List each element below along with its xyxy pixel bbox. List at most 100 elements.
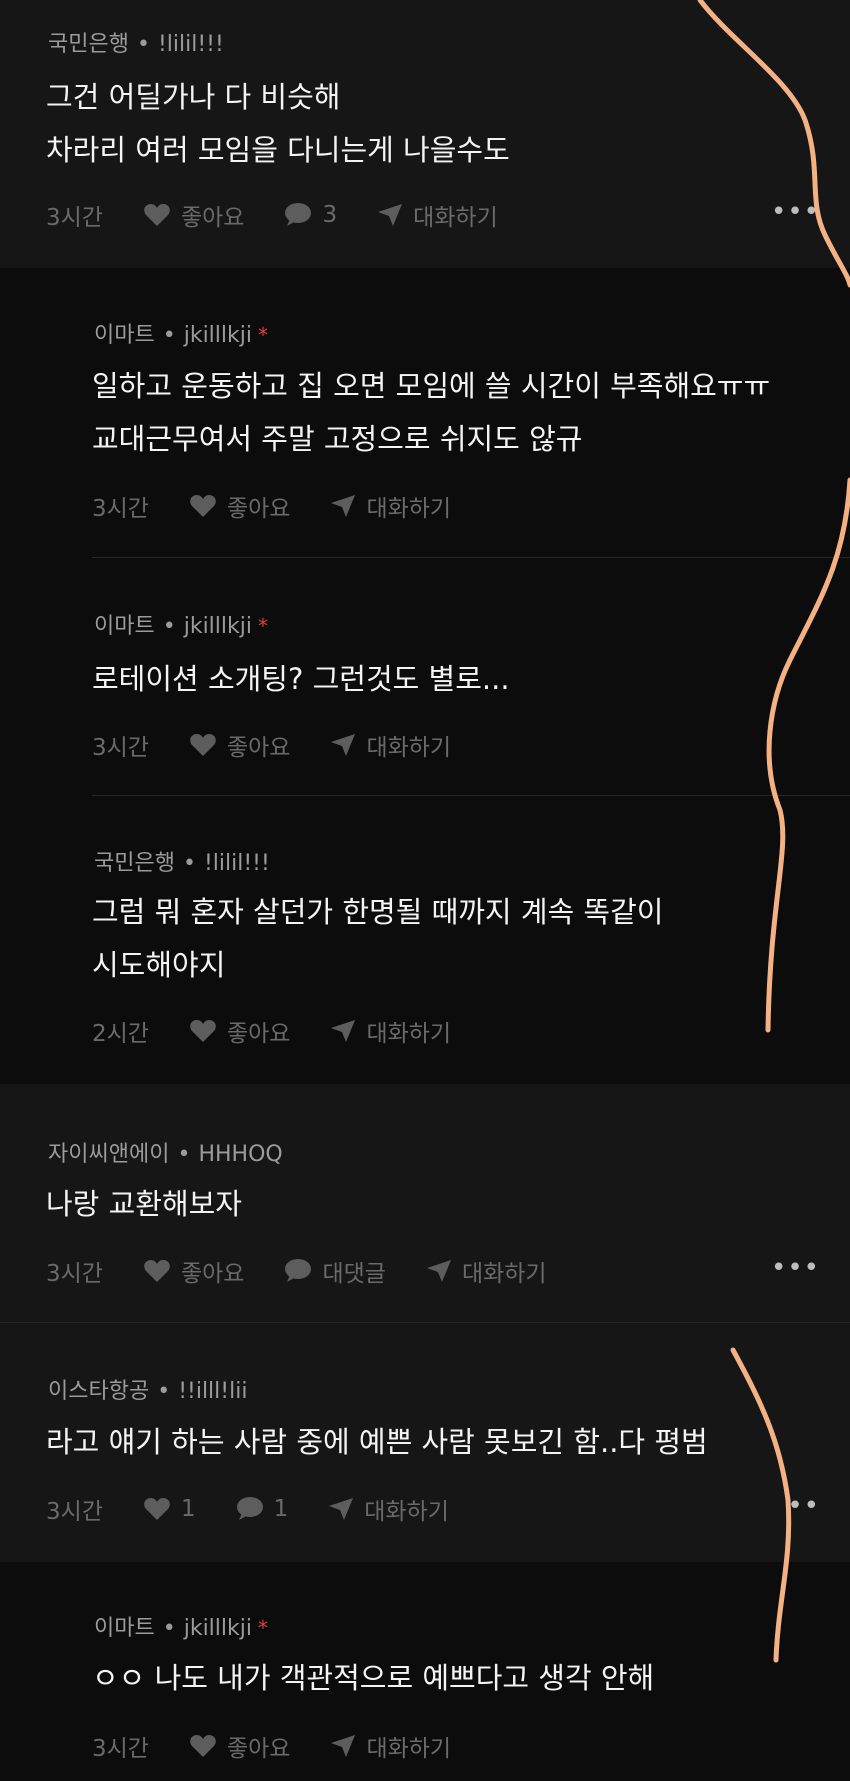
like-label: 좋아요 bbox=[226, 735, 291, 761]
comment-actions: 3시간 좋아요 대댓글 대화하기 bbox=[46, 1254, 587, 1288]
speech-bubble-icon bbox=[285, 203, 312, 226]
more-icon[interactable]: •• bbox=[787, 1491, 820, 1521]
more-icon[interactable]: ••• bbox=[771, 1253, 820, 1283]
chat-label: 대화하기 bbox=[364, 1499, 449, 1525]
username: jkilllkji bbox=[183, 614, 252, 639]
comment-author[interactable]: 이마트 • jkilllkji * bbox=[94, 1610, 268, 1642]
reply-button[interactable]: 3 bbox=[284, 202, 337, 228]
comment-text: 일하고 운동하고 집 오면 모임에 쓸 시간이 부족해요ㅠㅠ 교대근무여서 주말… bbox=[92, 369, 771, 456]
like-label: 좋아요 bbox=[226, 1736, 291, 1762]
like-label: 좋아요 bbox=[180, 1261, 245, 1287]
like-button[interactable]: 좋아요 bbox=[143, 1254, 244, 1288]
like-button[interactable]: 좋아요 bbox=[189, 1014, 290, 1048]
chat-button[interactable]: 대화하기 bbox=[426, 1254, 547, 1288]
chat-label: 대화하기 bbox=[366, 496, 452, 522]
company-name: 이마트 bbox=[94, 1616, 155, 1641]
chat-button[interactable]: 대화하기 bbox=[330, 489, 451, 523]
send-icon bbox=[331, 1020, 356, 1042]
username: jkilllkji bbox=[183, 323, 252, 348]
author-marker: * bbox=[258, 323, 268, 347]
like-button[interactable]: 좋아요 bbox=[189, 728, 290, 762]
heart-icon bbox=[144, 1498, 170, 1520]
reply-label: 대댓글 bbox=[322, 1261, 386, 1287]
comment-actions: 3시간 좋아요 3 대화하기 bbox=[46, 198, 538, 232]
send-icon bbox=[329, 1498, 354, 1520]
company-name: 이마트 bbox=[94, 614, 155, 639]
time-label: 2시간 bbox=[92, 1021, 149, 1047]
time-label: 3시간 bbox=[46, 205, 103, 231]
username: HHHOQ bbox=[198, 1142, 283, 1167]
company-name: 국민은행 bbox=[94, 851, 175, 876]
username: !lilil!!! bbox=[203, 851, 270, 876]
comment-text: 나랑 교환해보자 bbox=[46, 1187, 242, 1221]
divider bbox=[92, 795, 850, 796]
heart-icon bbox=[190, 495, 216, 517]
reply-button[interactable]: 대댓글 bbox=[284, 1254, 386, 1288]
comment-author[interactable]: 국민은행 • !lilil!!! bbox=[48, 26, 224, 58]
heart-icon bbox=[144, 1260, 170, 1282]
like-button[interactable]: 좋아요 bbox=[189, 1729, 290, 1763]
send-icon bbox=[331, 495, 356, 517]
chat-button[interactable]: 대화하기 bbox=[330, 728, 451, 762]
chat-label: 대화하기 bbox=[413, 205, 498, 231]
comment-actions: 2시간 좋아요 대화하기 bbox=[92, 1014, 491, 1048]
chat-button[interactable]: 대화하기 bbox=[330, 1729, 451, 1763]
speech-bubble-icon bbox=[285, 1259, 312, 1282]
author-marker: * bbox=[258, 1616, 268, 1640]
comment-author[interactable]: 이스타항공 • !!illl!lii bbox=[48, 1373, 247, 1405]
like-button[interactable]: 1 bbox=[143, 1496, 196, 1522]
more-icon[interactable]: ••• bbox=[771, 197, 820, 227]
comment-author[interactable]: 자이씨앤에이 • HHHOQ bbox=[48, 1136, 283, 1168]
author-marker: * bbox=[258, 614, 268, 638]
comment-text: 라고 얘기 하는 사람 중에 예쁜 사람 못보긴 함..다 평범 bbox=[46, 1425, 708, 1459]
heart-icon bbox=[190, 734, 216, 756]
chat-button[interactable]: 대화하기 bbox=[330, 1014, 451, 1048]
heart-icon bbox=[144, 204, 170, 226]
comment-author[interactable]: 국민은행 • !lilil!!! bbox=[94, 845, 270, 877]
comment-text: ㅇㅇ 나도 내가 객관적으로 예쁘다고 생각 안해 bbox=[92, 1661, 655, 1695]
comment-author[interactable]: 이마트 • jkilllkji * bbox=[94, 608, 268, 640]
username: !lilil!!! bbox=[157, 32, 224, 57]
send-icon bbox=[378, 204, 403, 226]
chat-button[interactable]: 대화하기 bbox=[328, 1492, 449, 1526]
like-count: 1 bbox=[180, 1496, 196, 1522]
chat-label: 대화하기 bbox=[461, 1261, 547, 1287]
comment-actions: 3시간 좋아요 대화하기 bbox=[92, 489, 491, 523]
comment-actions: 3시간 좋아요 대화하기 bbox=[92, 1729, 491, 1763]
chat-label: 대화하기 bbox=[366, 1021, 452, 1047]
chat-label: 대화하기 bbox=[366, 1736, 452, 1762]
heart-icon bbox=[190, 1020, 216, 1042]
chat-label: 대화하기 bbox=[366, 735, 452, 761]
heart-icon bbox=[190, 1735, 216, 1757]
send-icon bbox=[331, 1735, 356, 1757]
company-name: 이스타항공 bbox=[48, 1379, 150, 1404]
divider bbox=[92, 557, 850, 558]
like-button[interactable]: 좋아요 bbox=[189, 489, 290, 523]
speech-bubble-icon bbox=[236, 1497, 263, 1520]
time-label: 3시간 bbox=[92, 496, 149, 522]
reply-button[interactable]: 1 bbox=[236, 1496, 289, 1522]
username: jkilllkji bbox=[183, 1616, 252, 1641]
like-label: 좋아요 bbox=[226, 1021, 291, 1047]
username: !!illl!lii bbox=[178, 1379, 248, 1404]
send-icon bbox=[331, 734, 356, 756]
company-name: 국민은행 bbox=[48, 32, 129, 57]
reply-count: 1 bbox=[273, 1496, 289, 1522]
send-icon bbox=[426, 1260, 451, 1282]
time-label: 3시간 bbox=[46, 1261, 103, 1287]
comment-text: 그럼 뭐 혼자 살던가 한명될 때까지 계속 똑같이 시도해야지 bbox=[92, 895, 664, 982]
comment-actions: 3시간 좋아요 대화하기 bbox=[92, 728, 491, 762]
company-name: 자이씨앤에이 bbox=[48, 1142, 170, 1167]
like-label: 좋아요 bbox=[226, 496, 291, 522]
divider bbox=[0, 1322, 850, 1323]
company-name: 이마트 bbox=[94, 323, 155, 348]
time-label: 3시간 bbox=[92, 735, 149, 761]
time-label: 3시간 bbox=[92, 1736, 149, 1762]
comment-author[interactable]: 이마트 • jkilllkji * bbox=[94, 317, 268, 349]
like-button[interactable]: 좋아요 bbox=[143, 198, 244, 232]
comment-actions: 3시간 1 1 대화하기 bbox=[46, 1492, 489, 1526]
like-label: 좋아요 bbox=[180, 205, 245, 231]
chat-button[interactable]: 대화하기 bbox=[377, 198, 498, 232]
comment-text: 로테이션 소개팅? 그런것도 별로... bbox=[92, 662, 510, 696]
reply-count: 3 bbox=[322, 202, 338, 228]
